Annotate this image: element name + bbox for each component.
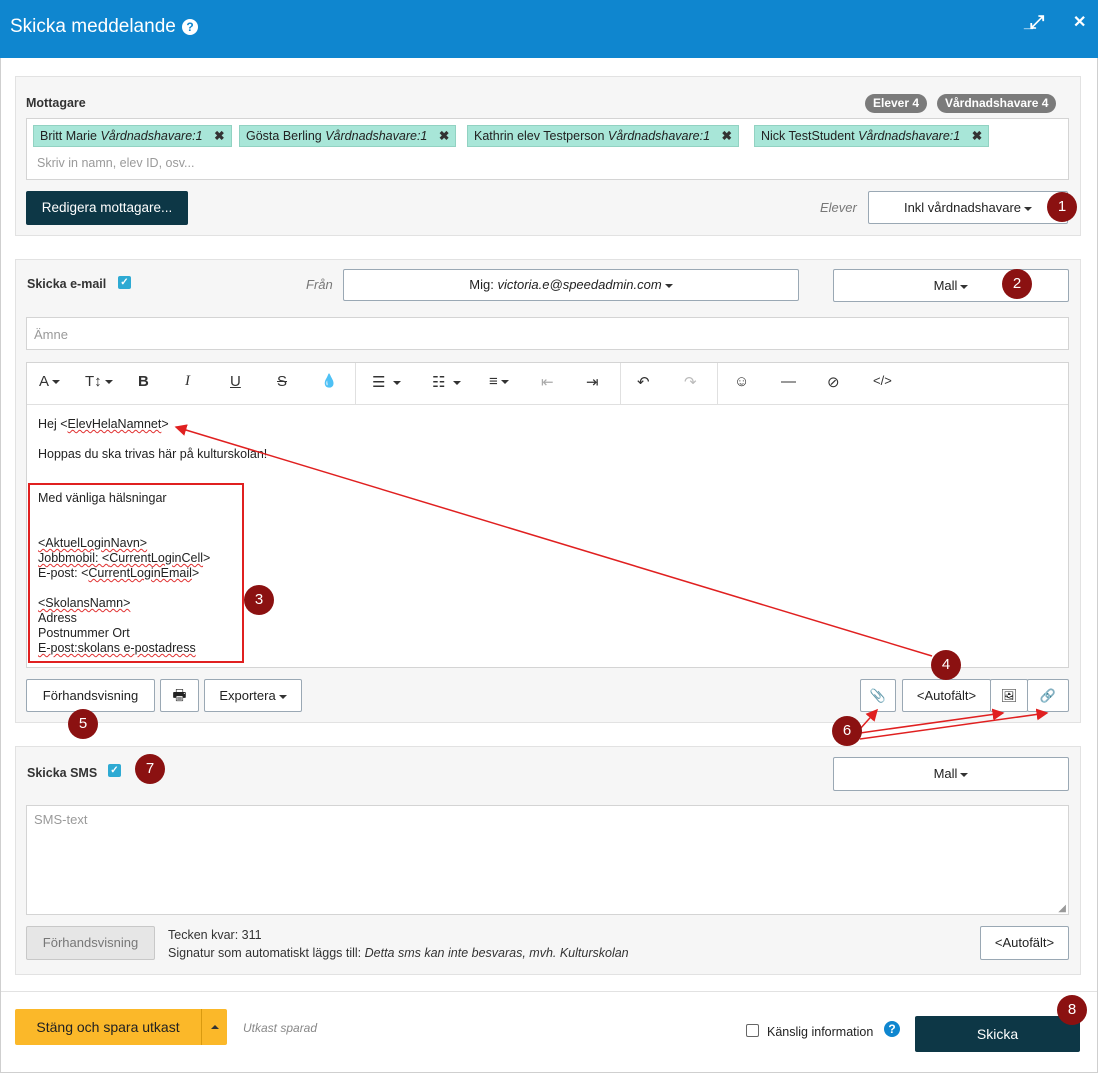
annotation-marker: 8 — [1057, 995, 1087, 1025]
annotation-marker: 5 — [68, 709, 98, 739]
annotation-marker: 1 — [1047, 192, 1077, 222]
annotation-marker: 3 — [244, 585, 274, 615]
annotation-marker: 6 — [832, 716, 862, 746]
arrow-to-image — [859, 708, 1005, 734]
arrow-to-greeting — [174, 424, 933, 657]
arrow-to-attachment — [859, 708, 879, 730]
annotation-marker: 2 — [1002, 269, 1032, 299]
annotation-arrows — [174, 424, 1049, 740]
arrow-to-link — [859, 708, 1049, 740]
annotation-marker: 4 — [931, 650, 961, 680]
annotation-marker: 7 — [135, 754, 165, 784]
